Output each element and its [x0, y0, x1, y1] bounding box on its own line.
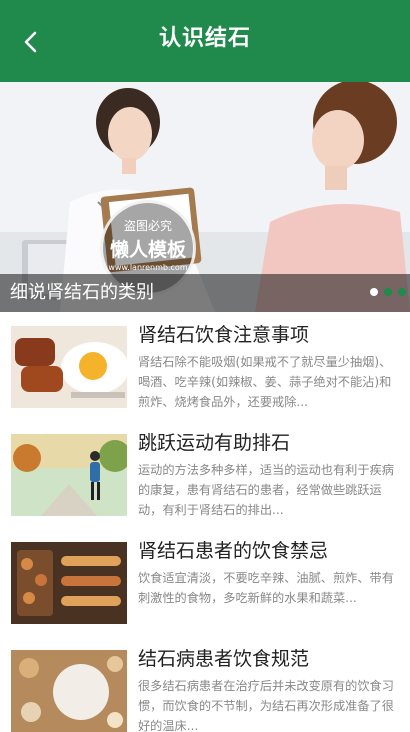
list-item[interactable]: 肾结石患者的饮食禁忌 饮食适宜清淡，不要吃辛辣、油腻、煎炸、带有刺激性的食物，多…	[0, 528, 410, 636]
carousel-dot[interactable]	[370, 288, 378, 296]
watermark-url-text: www.lanrenmb.com	[108, 263, 188, 272]
jogging-image	[11, 434, 127, 516]
app-header: 认识结石	[0, 0, 410, 82]
banner-carousel[interactable]: 盗图必究 懒人模板 www.lanrenmb.com 细说肾结石的类别	[0, 82, 410, 312]
news-title: 跳跃运动有助排石	[138, 432, 291, 454]
news-thumbnail	[11, 326, 127, 408]
list-item[interactable]: 结石病患者饮食规范 很多结石病患者在治疗后并未改变原有的饮食习惯，而饮食的不节制…	[0, 636, 410, 732]
news-title: 肾结石患者的饮食禁忌	[138, 540, 329, 562]
banner-caption[interactable]: 细说肾结石的类别	[10, 281, 154, 305]
news-title: 结石病患者饮食规范	[138, 648, 310, 670]
carousel-dot[interactable]	[384, 288, 392, 296]
banner-caption-bar: 细说肾结石的类别	[0, 274, 410, 312]
news-thumbnail	[11, 434, 127, 516]
carousel-dot[interactable]	[398, 288, 406, 296]
news-description: 很多结石病患者在治疗后并未改变原有的饮食习惯，而饮食的不节制，为结石再次形成准备…	[138, 679, 394, 732]
watermark-main-text: 懒人模板	[109, 239, 186, 261]
news-thumbnail	[11, 650, 127, 732]
fried-food-image	[11, 326, 127, 408]
watermark-top-text: 盗图必究	[123, 219, 172, 233]
list-item[interactable]: 肾结石饮食注意事项 肾结石除不能吸烟(如果戒不了就尽量少抽烟)、喝酒、吃辛辣(如…	[0, 312, 410, 420]
news-description: 运动的方法多种多样，适当的运动也有利于疾病的康复，患有肾结石的患者，经常做些跳跃…	[138, 463, 394, 517]
carousel-indicators	[370, 288, 406, 296]
bread-image	[11, 650, 127, 732]
list-item[interactable]: 跳跃运动有助排石 运动的方法多种多样，适当的运动也有利于疾病的康复，患有肾结石的…	[0, 420, 410, 528]
news-description: 饮食适宜清淡，不要吃辛辣、油腻、煎炸、带有刺激性的食物，多吃新鲜的水果和蔬菜..…	[138, 571, 394, 605]
barbecue-image	[11, 542, 127, 624]
page-title: 认识结石	[158, 26, 251, 51]
news-thumbnail	[11, 542, 127, 624]
news-description: 肾结石除不能吸烟(如果戒不了就尽量少抽烟)、喝酒、吃辛辣(如辣椒、姜、蒜子绝对不…	[138, 355, 392, 409]
news-title: 肾结石饮食注意事项	[138, 324, 310, 346]
